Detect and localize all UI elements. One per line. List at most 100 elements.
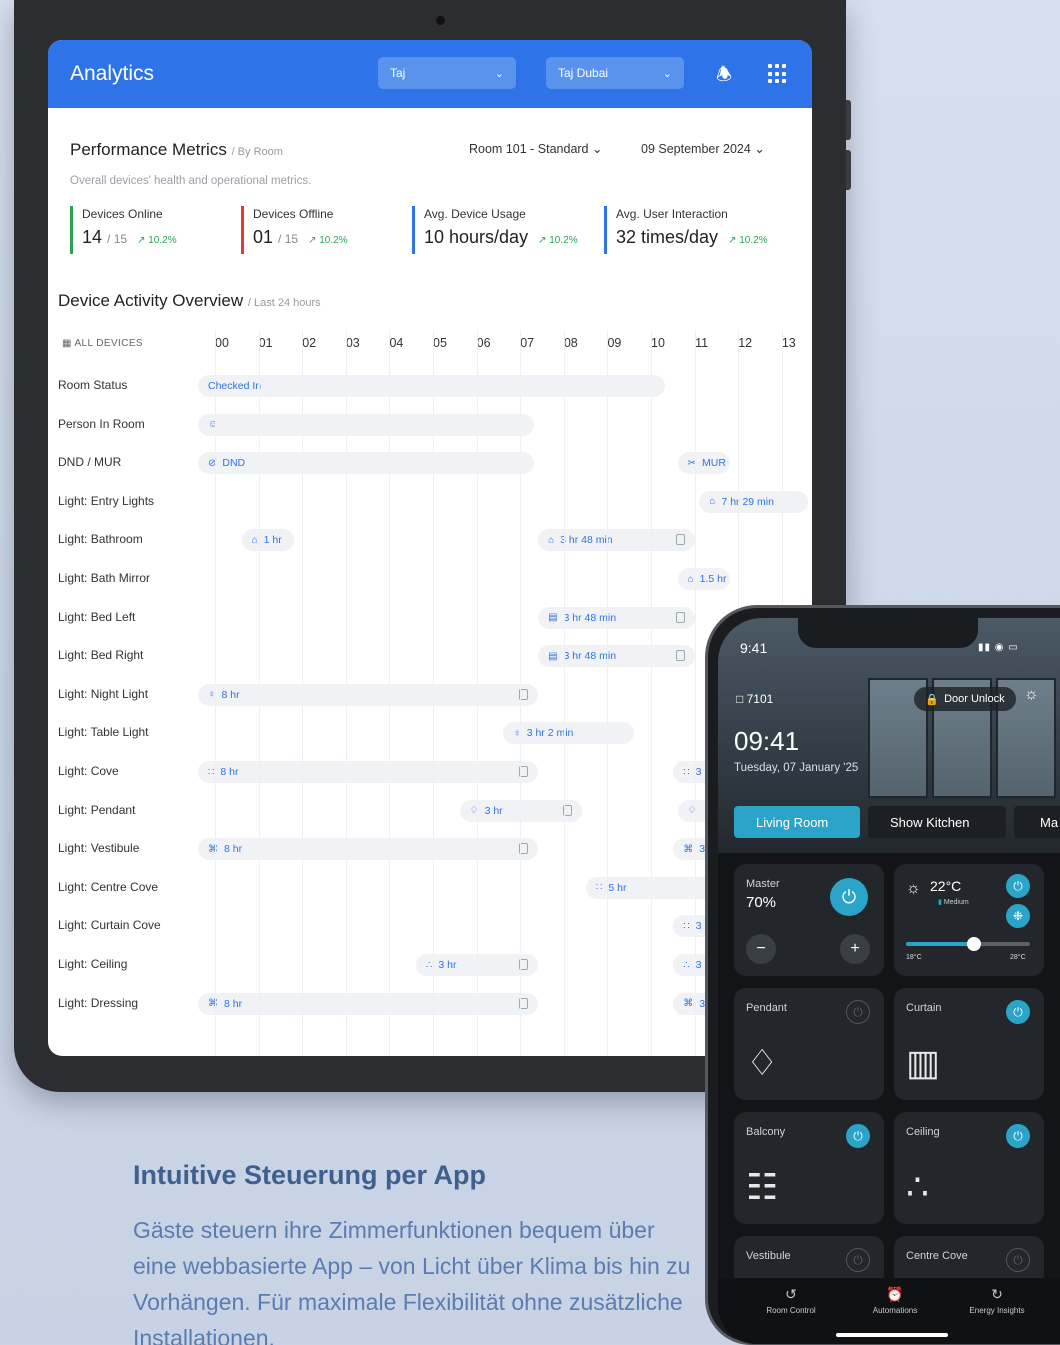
activity-bar[interactable]: ✂ MUR <box>677 452 730 475</box>
master-card: Master 70% ⏻ − + <box>734 864 884 976</box>
activity-title-text: Device Activity Overview <box>58 291 244 310</box>
activity-bar[interactable]: ▤ 3 hr 48 min <box>538 606 696 629</box>
metric-label: Devices Online <box>82 207 163 221</box>
row-label: DND / MUR <box>58 455 122 470</box>
power-button[interactable]: ⏻ <box>846 1124 870 1148</box>
power-button[interactable]: ⏻ <box>1006 1248 1030 1272</box>
tab-show-kitchen[interactable]: Show Kitchen <box>868 806 1006 838</box>
activity-bar[interactable]: ▤ 3 hr 48 min <box>538 645 696 668</box>
row-label: Light: Bathroom <box>58 532 143 547</box>
hotel-select[interactable]: Taj Dubai ⌄ <box>546 57 684 89</box>
chevron-down-icon: ⌄ <box>754 142 765 156</box>
master-power-button[interactable]: ⏻ <box>830 878 868 916</box>
increase-button[interactable]: + <box>840 934 870 964</box>
activity-duration: 8 hr <box>224 997 243 1010</box>
balcony-light-icon: ☷ <box>746 1166 779 1207</box>
device-icon <box>676 611 686 623</box>
row-label: Light: Bed Right <box>58 648 144 663</box>
ceiling-icon: ∴ <box>683 959 690 971</box>
hotel-select-value: Taj Dubai <box>558 66 609 80</box>
spot-icon: ⌘ <box>208 843 218 855</box>
device-icon <box>676 534 686 546</box>
activity-bar[interactable]: ⌂ 1 hr <box>241 529 294 552</box>
tab-more[interactable]: Ma <box>1014 806 1060 838</box>
room-number: □ 7101 <box>736 692 774 706</box>
activity-bar[interactable]: ∷ 8 hr <box>198 761 539 783</box>
device-card-label: Ceiling <box>906 1126 940 1138</box>
trend-up-icon: ↗ 10.2% <box>538 235 578 246</box>
thermostat-icon: ☼ <box>906 880 921 897</box>
tab-living-room[interactable]: Living Room <box>734 806 860 838</box>
nav-room-control[interactable]: ↺ Room Control <box>736 1286 846 1315</box>
nav-automations[interactable]: ⏰ Automations <box>840 1286 950 1315</box>
grid-line <box>345 330 347 1056</box>
signal-battery-icon: ▮▮ ◉ ▭ <box>978 642 1019 653</box>
activity-bar[interactable]: ♀ 8 hr <box>198 683 539 706</box>
activity-bar[interactable]: ⌂ 7 hr 29 min <box>699 490 809 513</box>
door-unlock-label: Door Unlock <box>944 693 1005 705</box>
activity-bar[interactable]: ♀ 3 hr 2 min <box>503 722 634 745</box>
apps-grid-icon[interactable] <box>768 64 788 84</box>
power-button[interactable]: ⏻ <box>846 1248 870 1272</box>
energy-icon: ↻ <box>991 1286 1003 1302</box>
grid-line <box>476 330 478 1056</box>
lamp-icon: ⌂ <box>709 496 716 508</box>
power-button[interactable]: ⏻ <box>1006 1124 1030 1148</box>
cove-icon: ∷ <box>683 766 690 778</box>
activity-bar[interactable]: ⌂ 1.5 hr <box>677 568 730 590</box>
hour-header: ▦ ALL DEVICES 00 01 02 03 04 05 06 07 08 09 10 11 12… <box>48 330 812 356</box>
performance-subtitle: / By Room <box>231 146 283 158</box>
activity-duration: 5 hr <box>608 881 627 894</box>
chevron-down-icon: ⌄ <box>494 67 504 80</box>
device-card[interactable]: Balcony ⏻ ☷ <box>734 1112 884 1224</box>
door-icon: □ <box>736 692 744 706</box>
activity-duration: DND <box>222 457 246 470</box>
all-devices-filter[interactable]: ▦ ALL DEVICES <box>62 338 143 349</box>
door-unlock-button[interactable]: 🔒 Door Unlock <box>914 687 1016 711</box>
sun-icon[interactable]: ☼ <box>1024 686 1039 704</box>
trend-up-icon: ↗ 10.2% <box>137 235 177 246</box>
performance-title: Performance Metrics / By Room <box>70 140 283 160</box>
hour-label: 13 <box>781 336 796 350</box>
bell-icon[interactable]: 🕭 <box>716 62 732 92</box>
device-card[interactable]: Pendant ⏻ ♢ <box>734 988 884 1100</box>
marketing-heading: Intuitive Steuerung per App <box>133 1160 487 1190</box>
power-button[interactable]: ⏻ <box>846 1000 870 1024</box>
activity-bar[interactable]: ☺ <box>198 413 534 436</box>
activity-bar[interactable]: ⌘ 8 hr <box>198 838 539 861</box>
device-card-label: Centre Cove <box>906 1250 968 1262</box>
slider-max-label: 28°C <box>1010 954 1026 961</box>
property-select[interactable]: Taj ⌄ <box>378 57 516 89</box>
alarm-icon: ⏰ <box>886 1286 904 1302</box>
hour-label: 12 <box>738 336 753 350</box>
decrease-button[interactable]: − <box>746 934 776 964</box>
hour-label: 01 <box>258 336 273 350</box>
fan-button[interactable]: ❉ <box>1006 904 1030 928</box>
room-dropdown[interactable]: Room 101 - Standard ⌄ <box>469 141 602 156</box>
dashboard-screen: Analytics Taj ⌄ Taj Dubai ⌄ 🕭 Performanc… <box>48 40 812 1056</box>
device-card-label: Balcony <box>746 1126 786 1138</box>
climate-power-button[interactable]: ⏻ <box>1006 874 1030 898</box>
lamp-icon: ⌂ <box>548 534 555 546</box>
tablet-button <box>846 100 851 140</box>
activity-bar[interactable]: ⌂ 3 hr 48 min <box>538 529 696 552</box>
spot-icon: ⌘ <box>208 998 218 1010</box>
curtain-icon: ▥ <box>906 1042 941 1083</box>
device-card-label: Curtain <box>906 1002 942 1014</box>
temp-slider-handle[interactable] <box>967 937 982 951</box>
activity-duration: 1 hr <box>263 534 282 547</box>
hour-label: 10 <box>651 336 665 350</box>
date-dropdown[interactable]: 09 September 2024 ⌄ <box>641 141 765 156</box>
bed-icon: ▤ <box>548 650 558 662</box>
activity-bar[interactable]: Checked In <box>198 375 665 397</box>
device-card[interactable]: Ceiling ⏻ ∴ <box>894 1112 1044 1224</box>
power-button[interactable]: ⏻ <box>1006 1000 1030 1024</box>
activity-bar[interactable]: ⊘ DND <box>198 452 534 475</box>
room-tabs: Living Room Show Kitchen Ma <box>734 806 1060 838</box>
temp-slider-fill <box>906 942 975 946</box>
temp-slider-track[interactable] <box>906 937 1030 951</box>
grid-line <box>607 330 609 1056</box>
nav-energy-insights[interactable]: ↻ Energy Insights <box>942 1286 1052 1315</box>
activity-bar[interactable]: ⌘ 8 hr <box>198 992 539 1015</box>
device-card[interactable]: Curtain ⏻ ▥ <box>894 988 1044 1100</box>
